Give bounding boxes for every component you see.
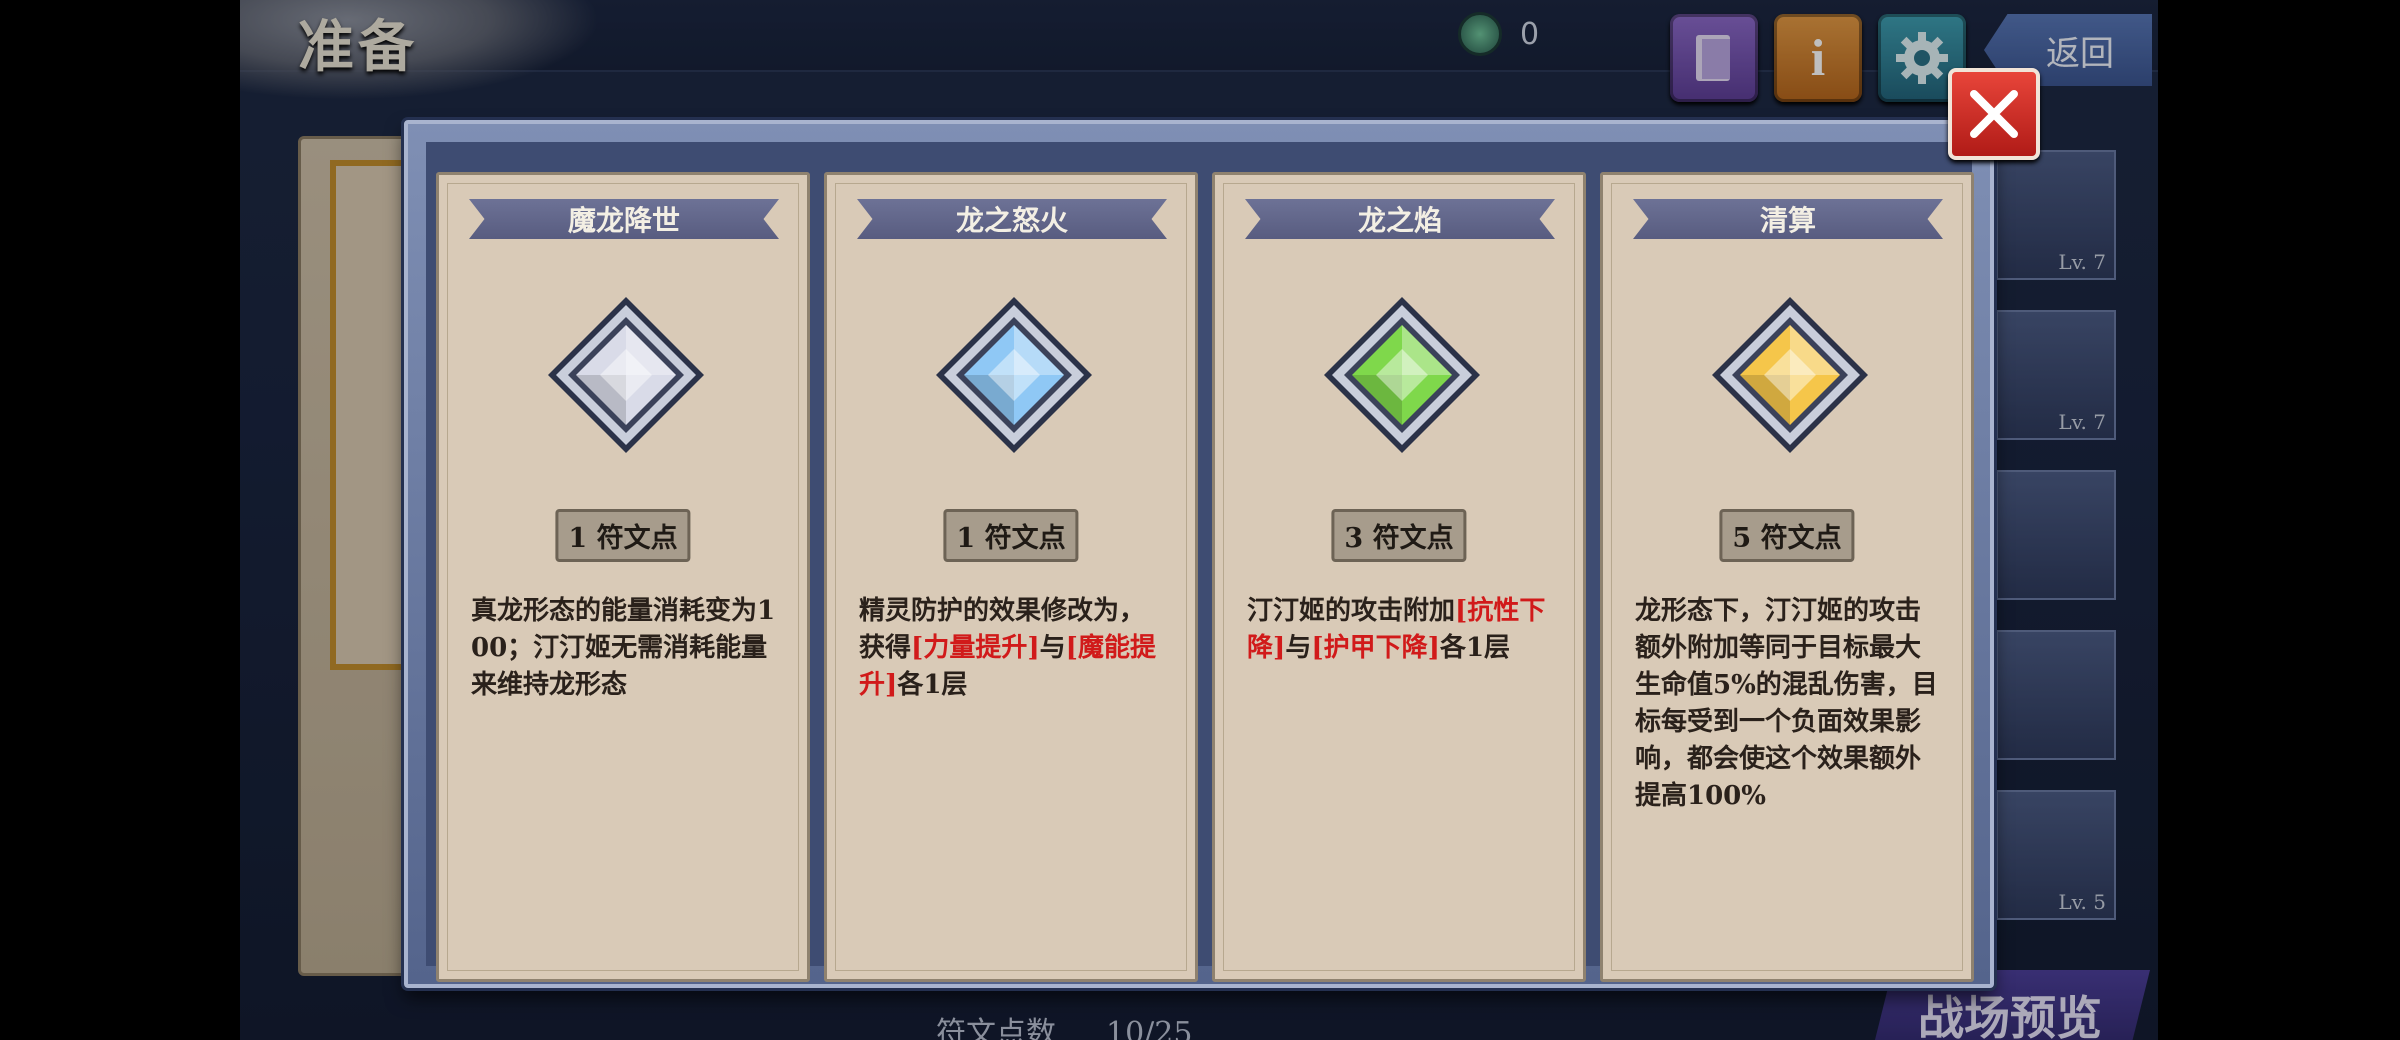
description-text: 龙形态下，汀汀姬的攻击额外附加等同于目标最大生命值5%的混乱伤害，目标每受到一个… [1635, 596, 1938, 811]
rune-card-title: 龙之怒火 [857, 199, 1167, 239]
rune-description: 真龙形态的能量消耗变为100；汀汀姬无需消耗能量来维持龙形态 [471, 593, 781, 704]
description-text: 与 [1039, 633, 1066, 663]
rune-description: 龙形态下，汀汀姬的攻击额外附加等同于目标最大生命值5%的混乱伤害，目标每受到一个… [1635, 593, 1945, 815]
rune-card-title: 龙之焰 [1245, 199, 1555, 239]
rune-cost-badge: 1 符文点 [943, 509, 1079, 562]
rune-card[interactable]: 魔龙降世 1 符文点 真龙形态的能量消耗变为100；汀汀姬无需消耗能量来维持龙形… [436, 172, 810, 982]
description-text: 真龙形态的能量消耗变为100；汀汀姬无需消耗能量来维持龙形态 [471, 596, 776, 700]
rune-cost-badge: 1 符文点 [555, 509, 691, 562]
rune-gem-icon [936, 297, 1092, 453]
rune-cost-badge: 5 符文点 [1719, 509, 1855, 562]
rune-gem-icon [1712, 297, 1868, 453]
rune-cost-badge: 3 符文点 [1331, 509, 1467, 562]
description-text: 汀汀姬的攻击附加 [1247, 596, 1456, 626]
rune-card[interactable]: 龙之怒火 1 符文点 精灵防护的效果修改为，获得[力量提升]与[魔能提升]各1层 [824, 172, 1198, 982]
description-text: 与 [1285, 633, 1312, 663]
rune-card-title: 魔龙降世 [469, 199, 779, 239]
rune-gem-icon [548, 297, 704, 453]
game-screen: 准备 0 i 返回 Lv. 7 Lv. 7 Lv. 5 符文点数 10/25 战… [240, 0, 2158, 1040]
rune-card[interactable]: 龙之焰 3 符文点 汀汀姬的攻击附加[抗性下降]与[护甲下降]各1层 [1212, 172, 1586, 982]
description-text: 各1层 [1439, 633, 1511, 663]
rune-modal-body: 魔龙降世 1 符文点 真龙形态的能量消耗变为100；汀汀姬无需消耗能量来维持龙形… [426, 142, 1974, 982]
rune-description: 精灵防护的效果修改为，获得[力量提升]与[魔能提升]各1层 [859, 593, 1169, 704]
status-effect-highlight: [力量提升] [911, 633, 1040, 663]
rune-card-title: 清算 [1633, 199, 1943, 239]
rune-card[interactable]: 清算 5 符文点 龙形态下，汀汀姬的攻击额外附加等同于目标最大生命值5%的混乱伤… [1600, 172, 1974, 982]
rune-modal: 魔龙降世 1 符文点 真龙形态的能量消耗变为100；汀汀姬无需消耗能量来维持龙形… [404, 120, 1994, 988]
rune-gem-icon [1324, 297, 1480, 453]
close-button[interactable] [1948, 68, 2040, 160]
close-icon [1970, 90, 2018, 138]
rune-description: 汀汀姬的攻击附加[抗性下降]与[护甲下降]各1层 [1247, 593, 1557, 667]
status-effect-highlight: [护甲下降] [1311, 633, 1440, 663]
description-text: 各1层 [897, 670, 968, 700]
